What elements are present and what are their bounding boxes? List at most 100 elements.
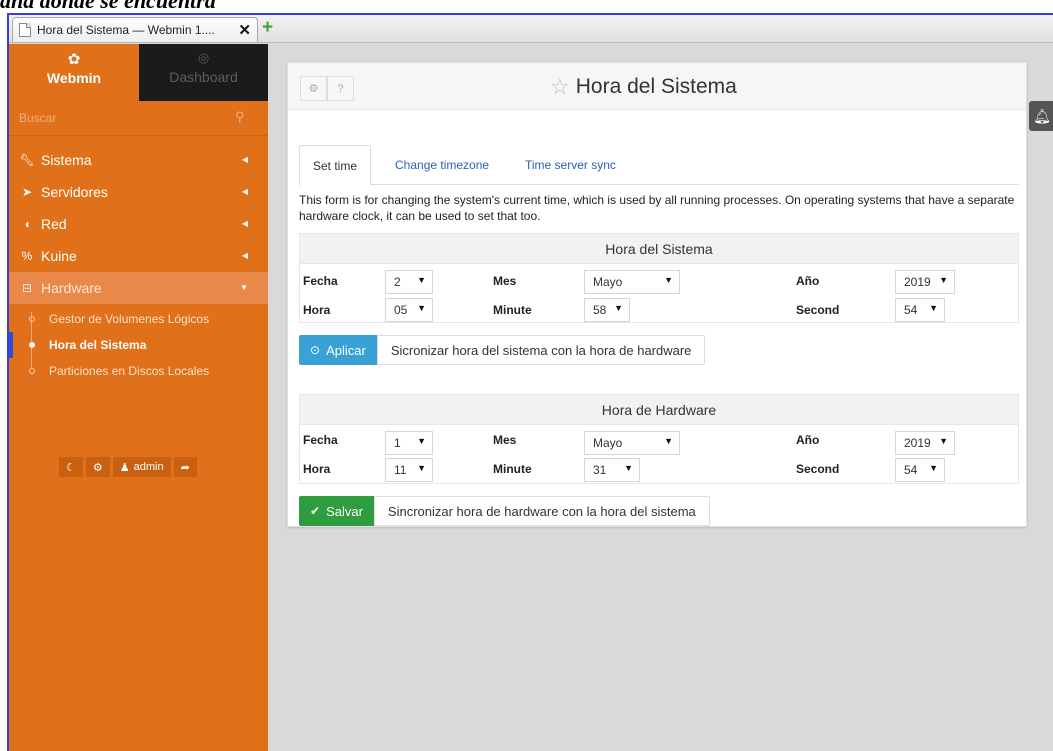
sidebar-item-red[interactable]: ◖ Red ◀ <box>9 208 268 240</box>
user-icon: ♟ <box>119 461 130 474</box>
active-marker <box>9 332 13 358</box>
close-icon[interactable]: ✕ <box>238 21 251 39</box>
settings-button[interactable]: ⚙ <box>85 457 110 477</box>
search-icon[interactable]: ⚲ <box>235 109 245 125</box>
system-time-heading: Hora del Sistema <box>299 233 1019 263</box>
second-label: Second <box>796 462 840 476</box>
system-button-group: ⊙ Aplicar Sicronizar hora del sistema co… <box>299 335 706 365</box>
chevron-down-icon: ▼ <box>417 436 426 446</box>
tab-time-server-sync[interactable]: Time server sync <box>525 145 616 185</box>
chevron-down-icon: ▼ <box>939 275 948 285</box>
logout-button[interactable]: ➦ <box>173 457 197 477</box>
sidebar-item-particiones[interactable]: Particiones en Discos Locales <box>9 358 268 384</box>
dashboard-tab[interactable]: ◎ Dashboard <box>139 44 268 101</box>
save-button[interactable]: ✔ Salvar <box>299 496 374 526</box>
search-input[interactable] <box>19 108 239 128</box>
moon-icon: ☾ <box>66 461 76 474</box>
chevron-down-icon: ▼ <box>929 303 938 313</box>
hardware-time-heading: Hora de Hardware <box>299 394 1019 424</box>
caret-down-icon: ▼ <box>240 283 248 292</box>
hardware-year-select[interactable]: 2019 ▼ <box>895 431 955 455</box>
tab-set-time[interactable]: Set time <box>299 145 372 186</box>
select-value: 2019 <box>904 275 931 289</box>
chevron-down-icon: ▼ <box>614 303 623 313</box>
sidebar-item-hardware[interactable]: ⊟ Hardware ▼ <box>9 272 268 304</box>
page-title: ☆ Hora del Sistema <box>550 74 737 100</box>
date-label: Fecha <box>303 274 338 288</box>
select-value: 2019 <box>904 436 931 450</box>
chevron-down-icon: ▼ <box>417 303 426 313</box>
hardware-minute-select[interactable]: 31 ▼ <box>584 458 640 482</box>
system-date-select[interactable]: 2 ▼ <box>385 270 433 294</box>
hour-label: Hora <box>303 462 331 476</box>
system-minute-select[interactable]: 58 ▼ <box>584 298 630 322</box>
save-label: Salvar <box>326 503 363 519</box>
cogs-icon: ⚙ <box>92 461 103 474</box>
night-mode-button[interactable]: ☾ <box>59 457 83 477</box>
sync-system-label: Sicronizar hora del sistema con la hora … <box>390 342 692 358</box>
sidebar-subitem-label: Particiones en Discos Locales <box>49 364 210 378</box>
hardware-month-select[interactable]: Mayo ▼ <box>584 431 680 455</box>
sidebar-item-kuine[interactable]: % Kuine ◀ <box>9 240 268 272</box>
system-year-select[interactable]: 2019 ▼ <box>895 270 955 294</box>
sidebar-header: ✿ Webmin ◎ Dashboard <box>9 44 268 101</box>
tab-label: Set time <box>313 158 358 173</box>
apply-label: Aplicar <box>326 342 366 358</box>
sidebar-item-hora-sistema[interactable]: Hora del Sistema <box>9 332 268 358</box>
user-button[interactable]: ♟ admin <box>112 457 171 477</box>
tab-label: Time server sync <box>525 158 616 172</box>
select-value: 2 <box>394 275 401 289</box>
page-title-text: Hora del Sistema <box>575 75 737 98</box>
sync-system-button[interactable]: Sicronizar hora del sistema con la hora … <box>376 335 706 365</box>
hardware-second-select[interactable]: 54 ▼ <box>895 458 945 482</box>
sidebar-subitem-label: Gestor de Volumenes Lógicos <box>49 312 210 326</box>
apply-button[interactable]: ⊙ Aplicar <box>299 335 377 365</box>
webmin-tab[interactable]: ✿ Webmin <box>9 44 139 101</box>
browser-tab[interactable]: Hora del Sistema — Webmin 1.... ✕ <box>12 17 258 42</box>
main-panel: ⚙ ? ☆ Hora del Sistema Set time Change t… <box>287 62 1027 527</box>
minute-label: Minute <box>493 303 532 317</box>
sync-hardware-label: Sincronizar hora de hardware con la hora… <box>387 503 696 519</box>
sidebar-item-servidores[interactable]: ➤ Servidores ◀ <box>9 176 268 208</box>
new-tab-icon[interactable]: + <box>262 18 273 38</box>
bullet-icon <box>29 368 35 374</box>
shield-icon: ◖ <box>23 217 31 231</box>
system-second-select[interactable]: 54 ▼ <box>895 298 945 322</box>
chevron-down-icon: ▼ <box>664 436 673 446</box>
sidebar-item-label: Servidores <box>41 184 108 200</box>
select-value: 31 <box>593 463 607 477</box>
browser-tabbar: Hora del Sistema — Webmin 1.... ✕ + <box>9 15 1053 43</box>
chevron-down-icon: ▼ <box>417 463 426 473</box>
panel-header: ⚙ ? ☆ Hora del Sistema <box>288 63 1026 110</box>
browser-window: Hora del Sistema — Webmin 1.... ✕ + ✿ We… <box>7 13 1053 751</box>
tab-bar: Set time Change timezone Time server syn… <box>299 145 1019 186</box>
help-button[interactable]: ? <box>327 76 354 101</box>
sidebar-item-gestor-volumenes[interactable]: Gestor de Volumenes Lógicos <box>9 306 268 332</box>
select-value: 1 <box>394 436 401 450</box>
hardware-submenu: Gestor de Volumenes Lógicos Hora del Sis… <box>9 304 268 394</box>
sidebar-item-sistema[interactable]: 🔧︎ Sistema ◀ <box>9 144 268 176</box>
year-label: Año <box>796 433 820 447</box>
module-config-button[interactable]: ⚙ <box>300 76 327 101</box>
gear-icon: ⚙ <box>308 83 319 95</box>
description-text: This form is for changing the system's c… <box>299 193 1015 223</box>
sidebar-item-label: Hardware <box>41 280 102 296</box>
hardware-date-select[interactable]: 1 ▼ <box>385 431 433 455</box>
minute-label: Minute <box>493 462 532 476</box>
system-month-select[interactable]: Mayo ▼ <box>584 270 680 294</box>
year-label: Año <box>796 274 820 288</box>
sidebar-search: ⚲ <box>9 101 268 136</box>
hardware-button-group: ✔ Salvar Sincronizar hora de hardware co… <box>299 496 710 526</box>
select-value: Mayo <box>593 436 623 450</box>
sidebar-item-label: Sistema <box>41 152 92 168</box>
second-label: Second <box>796 303 840 317</box>
notification-bell-icon[interactable]: 🔔︎ <box>1029 101 1053 131</box>
star-icon[interactable]: ☆ <box>550 74 570 100</box>
check-circle-icon: ✔ <box>310 504 321 518</box>
select-value: 05 <box>394 303 408 317</box>
hardware-hour-select[interactable]: 11 ▼ <box>385 458 433 482</box>
tab-change-timezone[interactable]: Change timezone <box>395 145 489 185</box>
sync-hardware-button[interactable]: Sincronizar hora de hardware con la hora… <box>373 496 710 526</box>
caret-left-icon: ◀ <box>241 251 248 260</box>
system-hour-select[interactable]: 05 ▼ <box>385 298 433 322</box>
